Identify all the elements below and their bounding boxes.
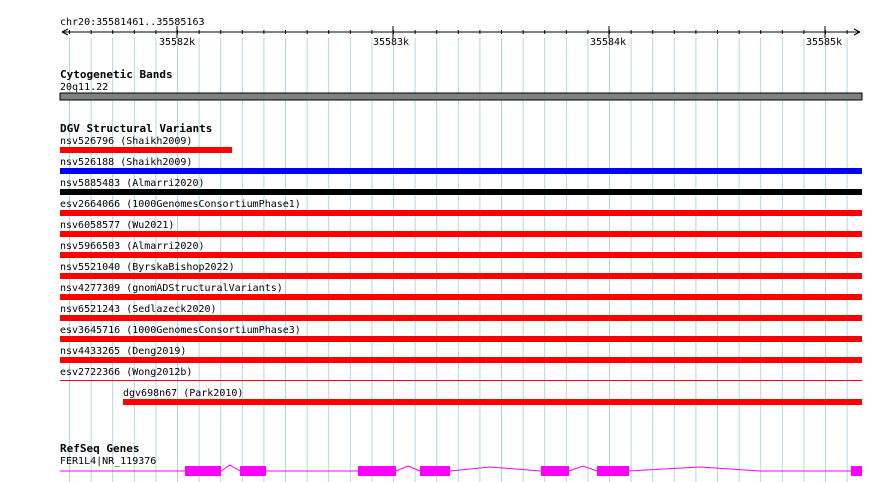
track-title: DGV Structural Variants	[60, 122, 212, 135]
gene-exon[interactable]	[541, 466, 569, 476]
variant-bar[interactable]	[60, 357, 862, 363]
gene-exon[interactable]	[597, 466, 629, 476]
ruler-tick-label: 35585k	[806, 37, 842, 48]
variant-label: nsv5885483 (Almarri2020)	[60, 178, 205, 189]
gene-exon[interactable]	[240, 466, 266, 476]
variant-label: nsv6521243 (Sedlazeck2020)	[60, 304, 217, 315]
variant-bar[interactable]	[60, 380, 862, 381]
track-title: Cytogenetic Bands	[60, 68, 173, 81]
variant-bar[interactable]	[60, 168, 862, 174]
variant-label: nsv526188 (Shaikh2009)	[60, 157, 192, 168]
dgv-track[interactable]: DGV Structural Variants nsv526796 (Shaik…	[60, 122, 862, 405]
variant-bar[interactable]	[60, 189, 862, 195]
gene-intron-line	[60, 464, 862, 472]
ruler-location: chr20:35581461..35585163	[60, 17, 205, 28]
variant-label: dgv698n67 (Park2010)	[123, 388, 243, 399]
gene-exon[interactable]	[420, 466, 450, 476]
variant-label: nsv5966503 (Almarri2020)	[60, 241, 205, 252]
cytoband-label: 20q11.22	[60, 82, 108, 93]
variant-bar[interactable]	[60, 336, 862, 342]
gene-exon[interactable]	[851, 466, 862, 476]
variant-label: nsv4433265 (Deng2019)	[60, 346, 186, 357]
cytoband-track[interactable]: Cytogenetic Bands 20q11.22	[59, 68, 863, 101]
variant-label: nsv6058577 (Wu2021)	[60, 220, 174, 231]
gene-exon[interactable]	[358, 466, 396, 476]
cytoband-bar[interactable]	[59, 92, 863, 101]
variant-label: nsv5521040 (ByrskaBishop2022)	[60, 262, 235, 273]
genome-browser: chr20:35581461..35585163 35582k 35583k 3…	[0, 0, 890, 482]
gene-label: FER1L4|NR_119376	[60, 456, 156, 467]
refseq-track[interactable]: RefSeq Genes FER1L4|NR_119376	[60, 442, 862, 476]
ruler-tick-label: 35584k	[590, 37, 626, 48]
variant-label: esv3645716 (1000GenomesConsortiumPhase3)	[60, 325, 301, 336]
ruler-tick-label: 35583k	[373, 37, 409, 48]
variant-bar[interactable]	[60, 252, 862, 258]
grid-lines	[69, 38, 848, 482]
variant-bar[interactable]	[60, 147, 232, 153]
variant-bar[interactable]	[60, 315, 862, 321]
variant-bar[interactable]	[60, 210, 862, 216]
variant-label: esv2722366 (Wong2012b)	[60, 367, 192, 378]
variant-bar[interactable]	[60, 294, 862, 300]
variant-label: nsv4277309 (gnomADStructuralVariants)	[60, 283, 283, 294]
variant-label: nsv526796 (Shaikh2009)	[60, 136, 192, 147]
gene-exon[interactable]	[185, 466, 221, 476]
ruler[interactable]: chr20:35581461..35585163 35582k 35583k 3…	[60, 17, 861, 48]
variant-label: esv2664066 (1000GenomesConsortiumPhase1)	[60, 199, 301, 210]
variant-bar[interactable]	[60, 273, 862, 279]
track-title: RefSeq Genes	[60, 442, 139, 455]
variant-bar[interactable]	[60, 231, 862, 237]
ruler-tick-label: 35582k	[159, 37, 195, 48]
variant-bar[interactable]	[123, 399, 862, 405]
